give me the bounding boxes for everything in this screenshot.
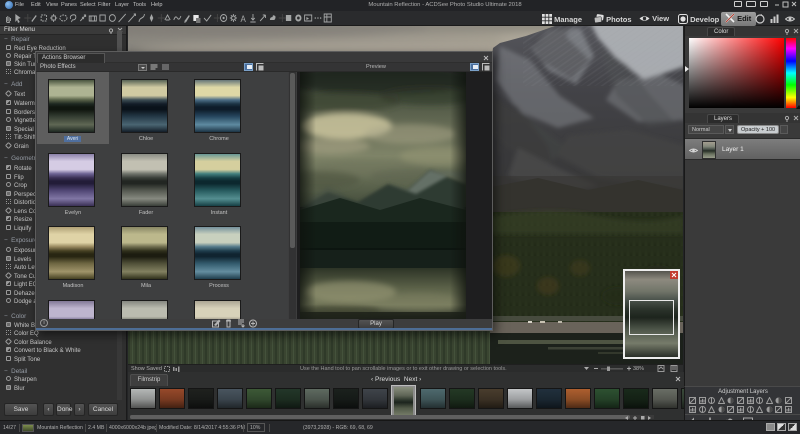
svg-text:A: A [241,14,247,24]
